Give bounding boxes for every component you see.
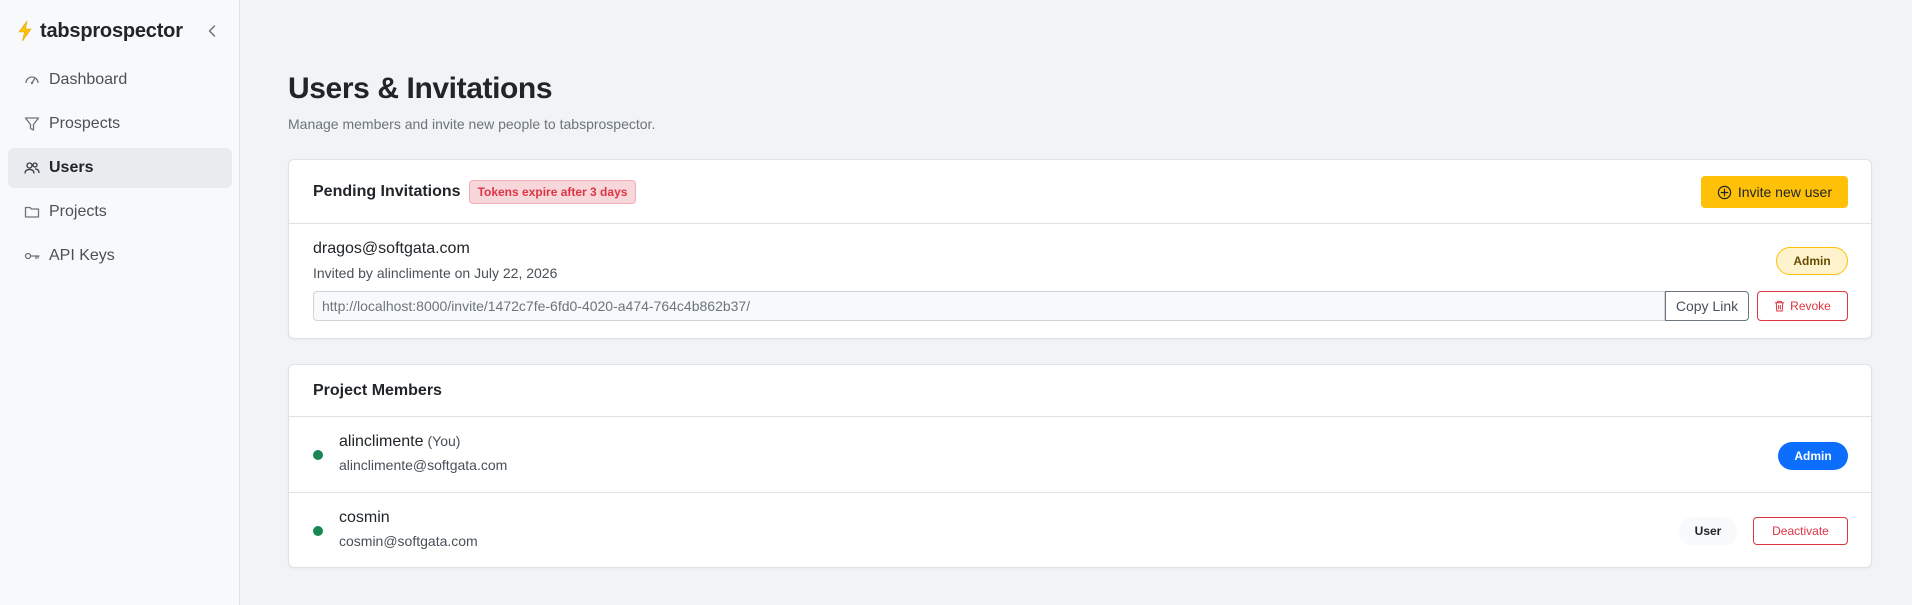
filter-icon	[24, 117, 40, 131]
brand-name: tabsprospector	[40, 19, 183, 42]
sidebar-nav: Dashboard Prospects Users Projects API K…	[8, 60, 232, 280]
invite-link-field[interactable]	[313, 291, 1665, 321]
copy-link-button[interactable]: Copy Link	[1665, 291, 1749, 321]
status-dot	[313, 450, 323, 460]
project-members-card: Project Members alinclimente (You) alincl…	[288, 364, 1872, 568]
status-dot	[313, 526, 323, 536]
invitation-meta: Invited by alinclimente on July 22, 2026	[313, 265, 558, 281]
revoke-label: Revoke	[1790, 299, 1831, 313]
invitation-role-badge: Admin	[1776, 247, 1848, 275]
chevron-left-icon	[208, 25, 216, 37]
member-row: cosmin cosmin@softgata.com User Deactiva…	[289, 493, 1871, 569]
sidebar-item-prospects[interactable]: Prospects	[8, 104, 232, 144]
sidebar: tabsprospector Dashboard Prospects Users…	[0, 0, 240, 605]
deactivate-user-button[interactable]: Deactivate	[1753, 517, 1848, 545]
pending-invitations-header: Pending Invitations Tokens expire after …	[289, 160, 1871, 224]
member-username: alinclimente	[339, 433, 424, 450]
invite-new-user-label: Invite new user	[1737, 184, 1832, 200]
plus-circle-icon	[1717, 185, 1732, 199]
pending-invitations-card: Pending Invitations Tokens expire after …	[288, 159, 1872, 339]
project-members-title: Project Members	[313, 381, 442, 399]
sidebar-item-label: Projects	[49, 203, 107, 220]
invite-new-user-button[interactable]: Invite new user	[1700, 176, 1848, 208]
member-row: alinclimente (You) alinclimente@softgata.…	[289, 417, 1871, 493]
sidebar-item-dashboard[interactable]: Dashboard	[8, 60, 232, 100]
users-icon	[24, 162, 40, 174]
sidebar-item-projects[interactable]: Projects	[8, 192, 232, 232]
member-email: cosmin@softgata.com	[339, 533, 478, 549]
folder-icon	[24, 206, 40, 218]
page-subtitle: Manage members and invite new people to …	[288, 116, 656, 132]
trash-icon	[1775, 300, 1785, 312]
pending-invitations-title: Pending Invitations	[313, 182, 461, 200]
project-members-header: Project Members	[289, 365, 1871, 417]
page-title: Users & Invitations	[288, 72, 553, 105]
revoke-invitation-button[interactable]: Revoke	[1757, 291, 1848, 321]
sidebar-item-label: Users	[49, 159, 94, 176]
collapse-sidebar-button[interactable]	[204, 21, 220, 41]
sidebar-item-label: Dashboard	[49, 71, 128, 88]
you-indicator: (You)	[427, 433, 461, 449]
invitation-email: dragos@softgata.com	[313, 240, 470, 257]
token-expiry-badge: Tokens expire after 3 days	[468, 179, 637, 204]
key-icon	[24, 252, 40, 260]
member-name: alinclimente (You)	[339, 433, 460, 451]
sidebar-item-label: API Keys	[49, 247, 115, 264]
member-email: alinclimente@softgata.com	[339, 457, 508, 473]
invitation-row: dragos@softgata.com Invited by alinclime…	[289, 224, 1871, 339]
gauge-icon	[25, 76, 39, 85]
sidebar-item-users[interactable]: Users	[8, 148, 232, 188]
brand[interactable]: tabsprospector	[16, 18, 183, 44]
member-username: cosmin	[339, 509, 390, 526]
role-badge-admin: Admin	[1778, 442, 1848, 470]
role-badge-user: User	[1679, 517, 1737, 545]
sidebar-item-api-keys[interactable]: API Keys	[8, 236, 232, 276]
member-name: cosmin	[339, 509, 390, 527]
sidebar-item-label: Prospects	[49, 115, 121, 132]
lightning-bolt-icon	[18, 20, 32, 42]
